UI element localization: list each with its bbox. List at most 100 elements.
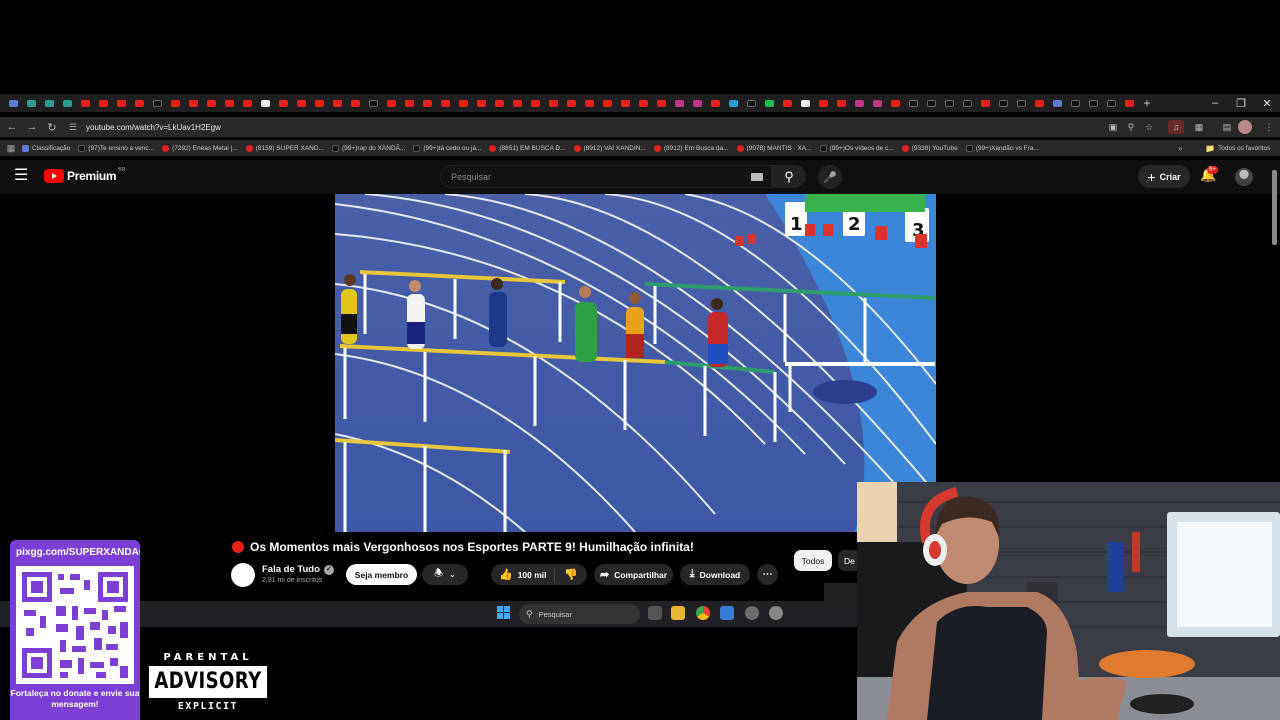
chrome-icon[interactable] — [696, 606, 710, 620]
dislike-button[interactable]: 👎 — [555, 568, 587, 581]
profile-icon[interactable] — [1238, 120, 1252, 134]
browser-tab[interactable] — [490, 94, 508, 112]
browser-tab[interactable] — [1012, 94, 1030, 112]
cast-icon[interactable]: ▣ — [1104, 117, 1122, 137]
browser-tab[interactable] — [238, 94, 256, 112]
browser-tab[interactable] — [346, 94, 364, 112]
bookmark-star-icon[interactable]: ☆ — [1140, 117, 1158, 137]
browser-tab[interactable] — [202, 94, 220, 112]
windows-start-icon[interactable] — [497, 606, 510, 619]
browser-tab[interactable] — [1030, 94, 1048, 112]
bookmark-item[interactable]: (8159) SUPER XAND... — [245, 144, 324, 152]
share-button[interactable]: ➦ Compartilhar — [594, 564, 673, 585]
browser-tab[interactable] — [310, 94, 328, 112]
youtube-premium-logo[interactable]: Premium BR — [44, 167, 125, 183]
browser-tab[interactable] — [688, 94, 706, 112]
bookmark-item[interactable]: (99+)tá cedo ou já... — [413, 144, 481, 152]
browser-tab[interactable] — [634, 94, 652, 112]
more-actions-button[interactable]: ⋯ — [757, 564, 778, 585]
channel-name[interactable]: Fala de Tudo ✓ — [262, 564, 334, 575]
menu-hamburger-icon[interactable]: ☰ — [14, 168, 30, 184]
browser-tab[interactable] — [1084, 94, 1102, 112]
browser-tab[interactable] — [40, 94, 58, 112]
bookmark-item[interactable]: (7292) Enéas Metal |... — [162, 144, 238, 152]
browser-tab[interactable] — [760, 94, 778, 112]
browser-tab[interactable] — [886, 94, 904, 112]
browser-tab[interactable] — [436, 94, 454, 112]
app-icon-2[interactable] — [745, 606, 759, 620]
apps-grid-icon[interactable]: ▦ — [0, 143, 22, 154]
voice-search-button[interactable]: 🎤 — [818, 165, 842, 189]
sidebar-icon[interactable]: ▤ — [1218, 117, 1236, 137]
forward-icon[interactable]: → — [22, 117, 42, 137]
extensions-icon[interactable]: ▦ — [1190, 117, 1208, 137]
browser-tab[interactable] — [166, 94, 184, 112]
browser-tab[interactable] — [184, 94, 202, 112]
browser-tab[interactable] — [994, 94, 1012, 112]
browser-tab[interactable] — [562, 94, 580, 112]
bookmark-item[interactable]: (9078) MANTIS · XA... — [736, 144, 812, 152]
browser-tab[interactable] — [796, 94, 814, 112]
task-view-icon[interactable] — [648, 606, 662, 620]
browser-tab[interactable] — [130, 94, 148, 112]
bookmark-item[interactable]: (8912) Em Busca da... — [653, 144, 729, 152]
browser-tab[interactable] — [58, 94, 76, 112]
chip-all[interactable]: Todos — [794, 550, 832, 571]
browser-tab[interactable] — [814, 94, 832, 112]
all-bookmarks-folder[interactable]: 📁 Todos os favoritos — [1205, 144, 1270, 153]
search-button[interactable]: ⚲ — [772, 165, 806, 188]
page-scrollbar[interactable] — [1272, 170, 1277, 245]
channel-avatar[interactable] — [231, 563, 255, 587]
related-video-thumbnail[interactable] — [824, 583, 858, 601]
zoom-icon[interactable]: ⚲ — [1122, 117, 1140, 137]
browser-tab[interactable] — [328, 94, 346, 112]
browser-tab[interactable] — [724, 94, 742, 112]
bookmark-item[interactable]: (8912) VAI XANDIN... — [573, 144, 646, 152]
browser-tab[interactable] — [274, 94, 292, 112]
video-player[interactable]: 1 2 3 — [335, 194, 936, 532]
browser-tab[interactable] — [1120, 94, 1138, 112]
download-button[interactable]: ⤓ Download — [680, 564, 750, 585]
browser-tab[interactable] — [940, 94, 958, 112]
taskbar-search[interactable]: ⚲ Pesquisar — [519, 604, 640, 624]
browser-tab[interactable] — [400, 94, 418, 112]
browser-tab[interactable] — [76, 94, 94, 112]
join-button[interactable]: Seja membro — [346, 564, 417, 585]
search-input[interactable] — [451, 171, 741, 182]
browser-tab[interactable] — [292, 94, 310, 112]
browser-tab[interactable] — [4, 94, 22, 112]
bookmark-item[interactable]: (97)Te ensino a venc... — [78, 144, 154, 152]
back-icon[interactable]: ← — [2, 117, 22, 137]
browser-tab[interactable] — [220, 94, 238, 112]
browser-tab[interactable] — [832, 94, 850, 112]
close-window-icon[interactable]: ✕ — [1254, 94, 1280, 112]
browser-tab[interactable] — [1102, 94, 1120, 112]
browser-tab[interactable] — [958, 94, 976, 112]
file-explorer-icon[interactable] — [671, 606, 685, 620]
browser-tab[interactable] — [22, 94, 40, 112]
browser-tab[interactable] — [1066, 94, 1084, 112]
bookmark-item[interactable]: (8851) EM BUSCA D... — [489, 144, 566, 152]
create-button[interactable]: + Criar — [1138, 165, 1190, 188]
browser-tab[interactable] — [94, 94, 112, 112]
new-tab-icon[interactable]: + — [1138, 94, 1156, 112]
like-button[interactable]: 👍 100 mil — [491, 567, 555, 582]
browser-tab[interactable] — [544, 94, 562, 112]
browser-tab[interactable] — [976, 94, 994, 112]
url-field[interactable]: ☰ youtube.com/watch?v=LkUav1H2Egw — [66, 117, 1106, 137]
browser-tab[interactable] — [526, 94, 544, 112]
browser-tab[interactable] — [454, 94, 472, 112]
browser-tab[interactable] — [742, 94, 760, 112]
browser-tab[interactable] — [508, 94, 526, 112]
bookmark-item[interactable]: (99+)rap do XANDÃ... — [331, 144, 405, 152]
settings-gear-icon[interactable] — [769, 606, 783, 620]
browser-tab[interactable] — [652, 94, 670, 112]
bookmark-item[interactable]: (99+)Xandão vs Fra... — [965, 144, 1039, 152]
subscription-bell-button[interactable]: 🕭 ⌄ — [422, 564, 468, 585]
browser-tab[interactable] — [472, 94, 490, 112]
browser-tab[interactable] — [706, 94, 724, 112]
browser-tab[interactable] — [148, 94, 166, 112]
browser-tab[interactable] — [418, 94, 436, 112]
bookmark-item[interactable]: (99+)Os vídeos de c... — [819, 144, 894, 152]
reload-icon[interactable]: ↻ — [42, 117, 62, 137]
